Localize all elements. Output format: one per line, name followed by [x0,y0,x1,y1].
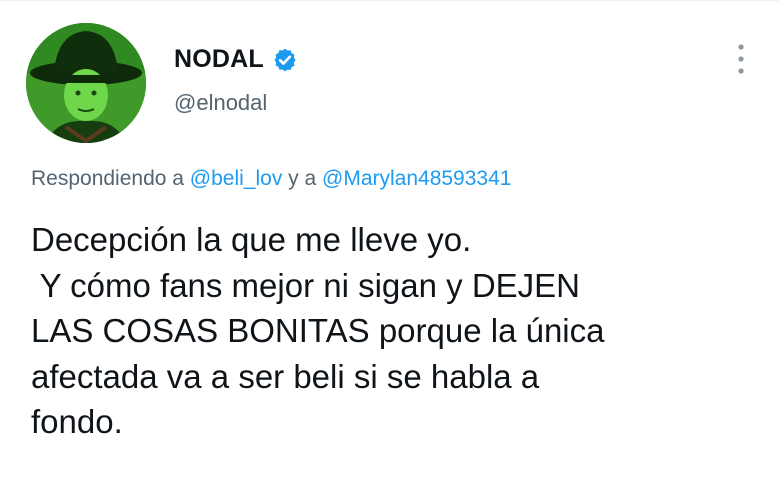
mention-link-marylan[interactable]: @Marylan48593341 [322,167,511,190]
tweet-text-line: LAS COSAS BONITAS porque la única [31,312,605,349]
tweet-text-line: Decepción la que me lleve yo. [31,221,472,258]
reply-prefix: Respondiendo a [31,167,190,190]
user-handle[interactable]: @elnodal [174,90,267,116]
display-name[interactable]: NODAL [174,45,264,74]
mention-link-beli-lov[interactable]: @beli_lov [190,167,283,190]
avatar[interactable] [26,23,146,143]
tweet-text-line: afectada va a ser beli si se habla a [31,357,540,395]
name-row: NODAL [174,45,298,74]
tweet-card: NODAL @elnodal Respondiendo a @beli_lov … [0,0,779,482]
more-vertical-icon[interactable] [734,41,748,77]
tweet-text-line: fondo. [31,403,123,440]
verified-badge-icon [274,48,296,71]
tweet-text: Decepción la que me lleve yo. Y cómo fan… [31,217,771,445]
tweet-text-line: Y cómo fans mejor ni sigan y DEJEN [31,266,581,304]
reply-connector: y a [282,167,323,190]
replying-to: Respondiendo a @beli_lov y a @Marylan485… [31,167,511,191]
avatar-image [26,23,146,143]
